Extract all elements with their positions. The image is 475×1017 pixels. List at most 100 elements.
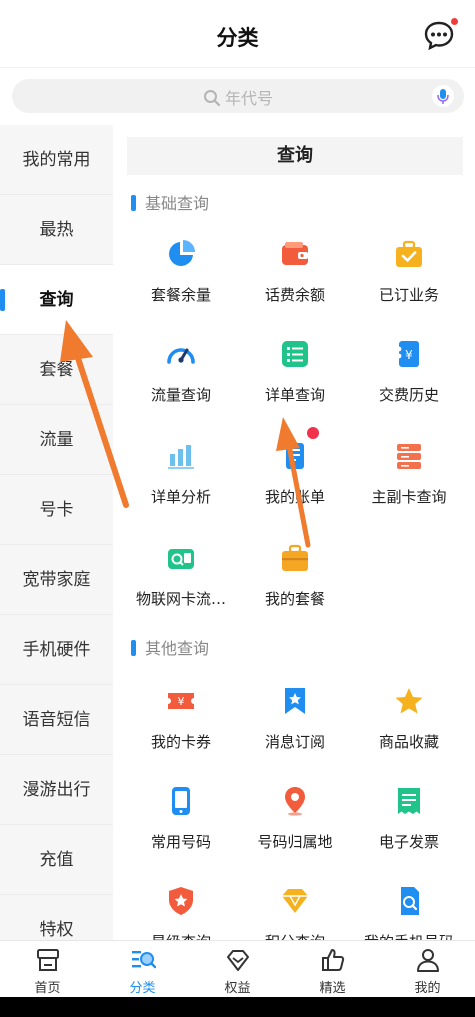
tab-label: 首页 <box>34 981 61 996</box>
phone-icon <box>172 787 190 815</box>
chat-bubble-icon <box>424 21 454 51</box>
home-icon <box>36 949 59 971</box>
tab-featured[interactable]: 精选 <box>285 947 380 997</box>
grid-item-label: 套餐余量 <box>150 286 211 304</box>
diamond-icon <box>282 889 308 913</box>
sidebar-item-recharge[interactable]: 充值 <box>0 825 113 895</box>
section-heading-other: 其他查询 <box>131 635 209 659</box>
sidebar-item-roaming[interactable]: 漫游出行 <box>0 755 113 825</box>
speedometer-icon <box>167 348 195 364</box>
search-placeholder: 年代号 <box>224 89 273 108</box>
section-heading-basic: 基础查询 <box>131 190 209 214</box>
grid-item-common-numbers[interactable]: 常用号码 <box>124 785 238 865</box>
microphone-icon[interactable] <box>432 85 454 107</box>
grid-item-message-subscription[interactable]: 消息订阅 <box>238 685 352 765</box>
tab-label: 我的 <box>414 981 441 996</box>
sidebar-item-hottest[interactable]: 最热 <box>0 195 113 265</box>
package-bag-icon <box>282 544 308 571</box>
grid-item-label: 详单查询 <box>264 386 325 404</box>
grid-item-my-coupons[interactable]: ¥ 我的卡券 <box>124 685 238 765</box>
notification-dot <box>451 18 458 25</box>
grid-item-label: 我的套餐 <box>264 590 325 608</box>
grid-item-label: 交费历史 <box>378 386 439 404</box>
svg-text:¥: ¥ <box>405 348 413 362</box>
grid-item-points[interactable]: 积分查询 <box>238 885 352 940</box>
star-icon <box>395 688 423 714</box>
tab-mine[interactable]: 我的 <box>380 947 475 997</box>
grid-item-label: 流量查询 <box>150 386 211 404</box>
sidebar-item-frequent[interactable]: 我的常用 <box>0 125 113 195</box>
tab-benefits[interactable]: 权益 <box>190 947 285 997</box>
tab-label: 精选 <box>319 981 346 996</box>
message-button[interactable] <box>423 18 458 51</box>
gem-icon <box>226 950 249 971</box>
home-indicator-bar <box>0 997 475 1017</box>
grid-item-label: 消息订阅 <box>264 733 325 751</box>
sidebar-item-package[interactable]: 套餐 <box>0 335 113 405</box>
grid-item-my-phone-number[interactable]: 我的手机号码 <box>352 885 466 940</box>
search-icon <box>203 90 221 107</box>
grid-item-subscribed-services[interactable]: 已订业务 <box>352 238 466 318</box>
grid-item-label: 我的手机号码 <box>352 931 466 940</box>
location-pin-icon <box>285 787 305 816</box>
grid-item-star-level[interactable]: 星级查询 <box>124 885 238 940</box>
bottom-tab-bar: 首页 分类 权益 精选 我的 <box>0 940 475 997</box>
pie-chart-icon <box>169 240 195 266</box>
category-icon <box>131 951 156 969</box>
grid-item-my-package[interactable]: 我的套餐 <box>238 542 352 622</box>
section-heading-label: 其他查询 <box>145 639 210 658</box>
tab-category[interactable]: 分类 <box>95 947 190 997</box>
page-title: 分类 <box>216 26 259 50</box>
grid-item-label: 已订业务 <box>378 286 439 304</box>
sidebar-item-query[interactable]: 查询 <box>0 265 113 335</box>
grid-item-label: 详单分析 <box>150 488 211 506</box>
sidebar-item-data[interactable]: 流量 <box>0 405 113 475</box>
sidebar-item-voice-sms[interactable]: 语音短信 <box>0 685 113 755</box>
active-indicator <box>0 289 5 311</box>
list-icon <box>282 341 308 367</box>
grid-item-label: 商品收藏 <box>378 733 439 751</box>
grid-item-fee-balance[interactable]: 话费余额 <box>238 238 352 318</box>
shield-star-icon <box>169 887 193 915</box>
grid-item-label: 主副卡查询 <box>371 488 447 506</box>
sidebar-item-privileges[interactable]: 特权 <box>0 895 113 940</box>
sidebar-item-hardware[interactable]: 手机硬件 <box>0 615 113 685</box>
grid-item-my-bill[interactable]: 我的账单 <box>238 440 352 520</box>
section-mark <box>131 195 136 211</box>
sidebar-item-broadband[interactable]: 宽带家庭 <box>0 545 113 615</box>
grid-item-detail-query[interactable]: 详单查询 <box>238 338 352 418</box>
search-bar[interactable]: 年代号 <box>12 79 464 113</box>
category-page: 分类 年代号 我的常用 最热 查询 套餐 流量 号卡 宽带家庭 手机硬件 语音短… <box>0 0 475 1017</box>
tab-home[interactable]: 首页 <box>0 947 95 997</box>
section-mark <box>131 640 136 656</box>
content-title: 查询 <box>127 137 463 175</box>
grid-item-number-location[interactable]: 号码归属地 <box>238 785 352 865</box>
top-header: 分类 <box>0 0 475 68</box>
sidebar-item-sim-card[interactable]: 号卡 <box>0 475 113 545</box>
coupon-icon: ¥ <box>168 693 194 709</box>
grid-item-label: 电子发票 <box>378 833 439 851</box>
thumbs-up-icon <box>321 949 344 971</box>
grid-item-label: 常用号码 <box>150 833 211 851</box>
grid-item-payment-history[interactable]: ¥ 交费历史 <box>352 338 466 418</box>
section-heading-label: 基础查询 <box>145 194 210 213</box>
grid-item-plan-balance[interactable]: 套餐余量 <box>124 238 238 318</box>
wallet-icon <box>282 242 308 265</box>
new-badge-dot <box>307 427 319 439</box>
tab-label: 权益 <box>224 981 251 996</box>
grid-item-iot-card[interactable]: 物联网卡流… <box>124 542 238 622</box>
briefcase-check-icon <box>396 240 422 267</box>
grid-item-data-query[interactable]: 流量查询 <box>124 338 238 418</box>
grid-item-label: 我的卡券 <box>150 733 211 751</box>
grid-item-primary-secondary-card[interactable]: 主副卡查询 <box>352 440 466 520</box>
invoice-icon <box>398 788 420 814</box>
category-content: 查询 基础查询 套餐余量 话费余额 已订业务 流量查询 详单查询 ¥ 交费历史 … <box>113 125 475 940</box>
grid-item-label: 号码归属地 <box>257 833 333 851</box>
grid-item-product-favorites[interactable]: 商品收藏 <box>352 685 466 765</box>
sim-search-icon <box>401 887 419 915</box>
cards-stack-icon <box>397 444 421 469</box>
grid-item-detail-analysis[interactable]: 详单分析 <box>124 440 238 520</box>
grid-item-e-invoice[interactable]: 电子发票 <box>352 785 466 865</box>
tab-label: 分类 <box>129 981 156 996</box>
grid-item-label: 物联网卡流… <box>135 590 226 608</box>
